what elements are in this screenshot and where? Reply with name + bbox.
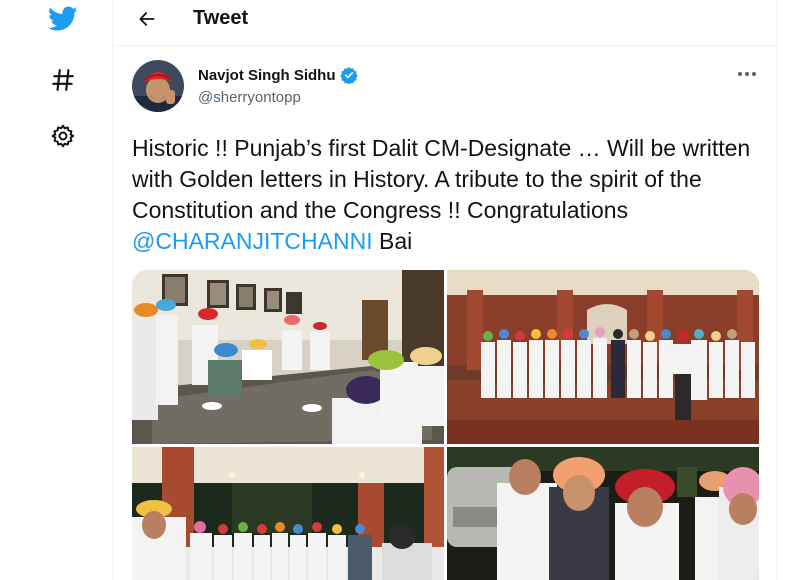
mention-link[interactable]: @CHARANJITCHANNI bbox=[132, 228, 373, 254]
tweet-photo-1[interactable] bbox=[132, 270, 444, 444]
author-handle[interactable]: @sherryontopp bbox=[198, 89, 301, 106]
tweet-photo-4[interactable] bbox=[447, 447, 759, 580]
left-navigation bbox=[0, 0, 112, 580]
tweet-photo-3[interactable] bbox=[132, 447, 444, 580]
page-title: Tweet bbox=[193, 7, 249, 29]
author-display-name: Navjot Singh Sidhu bbox=[198, 66, 336, 84]
tweet-media-grid bbox=[132, 270, 759, 580]
verified-badge-icon bbox=[339, 66, 358, 84]
hashtag-icon[interactable] bbox=[46, 63, 80, 97]
page-header: Tweet bbox=[113, 0, 776, 46]
arrow-left-icon[interactable] bbox=[133, 5, 161, 33]
tweet-text-body: Historic !! Punjab’s first Dalit CM-Desi… bbox=[132, 135, 751, 223]
gear-icon[interactable] bbox=[46, 119, 80, 153]
tweet-text: Historic !! Punjab’s first Dalit CM-Desi… bbox=[132, 133, 772, 257]
author-name[interactable]: Navjot Singh Sidhu bbox=[198, 66, 358, 84]
tweet-text-tail: Bai bbox=[372, 228, 413, 254]
tweet-column: Tweet Navjot Singh Sidhu @sherryontopp H… bbox=[112, 0, 777, 580]
twitter-bird-icon[interactable] bbox=[46, 2, 80, 36]
avatar[interactable] bbox=[132, 60, 184, 112]
tweet-photo-2[interactable] bbox=[447, 270, 759, 444]
more-options-icon[interactable] bbox=[735, 66, 759, 82]
